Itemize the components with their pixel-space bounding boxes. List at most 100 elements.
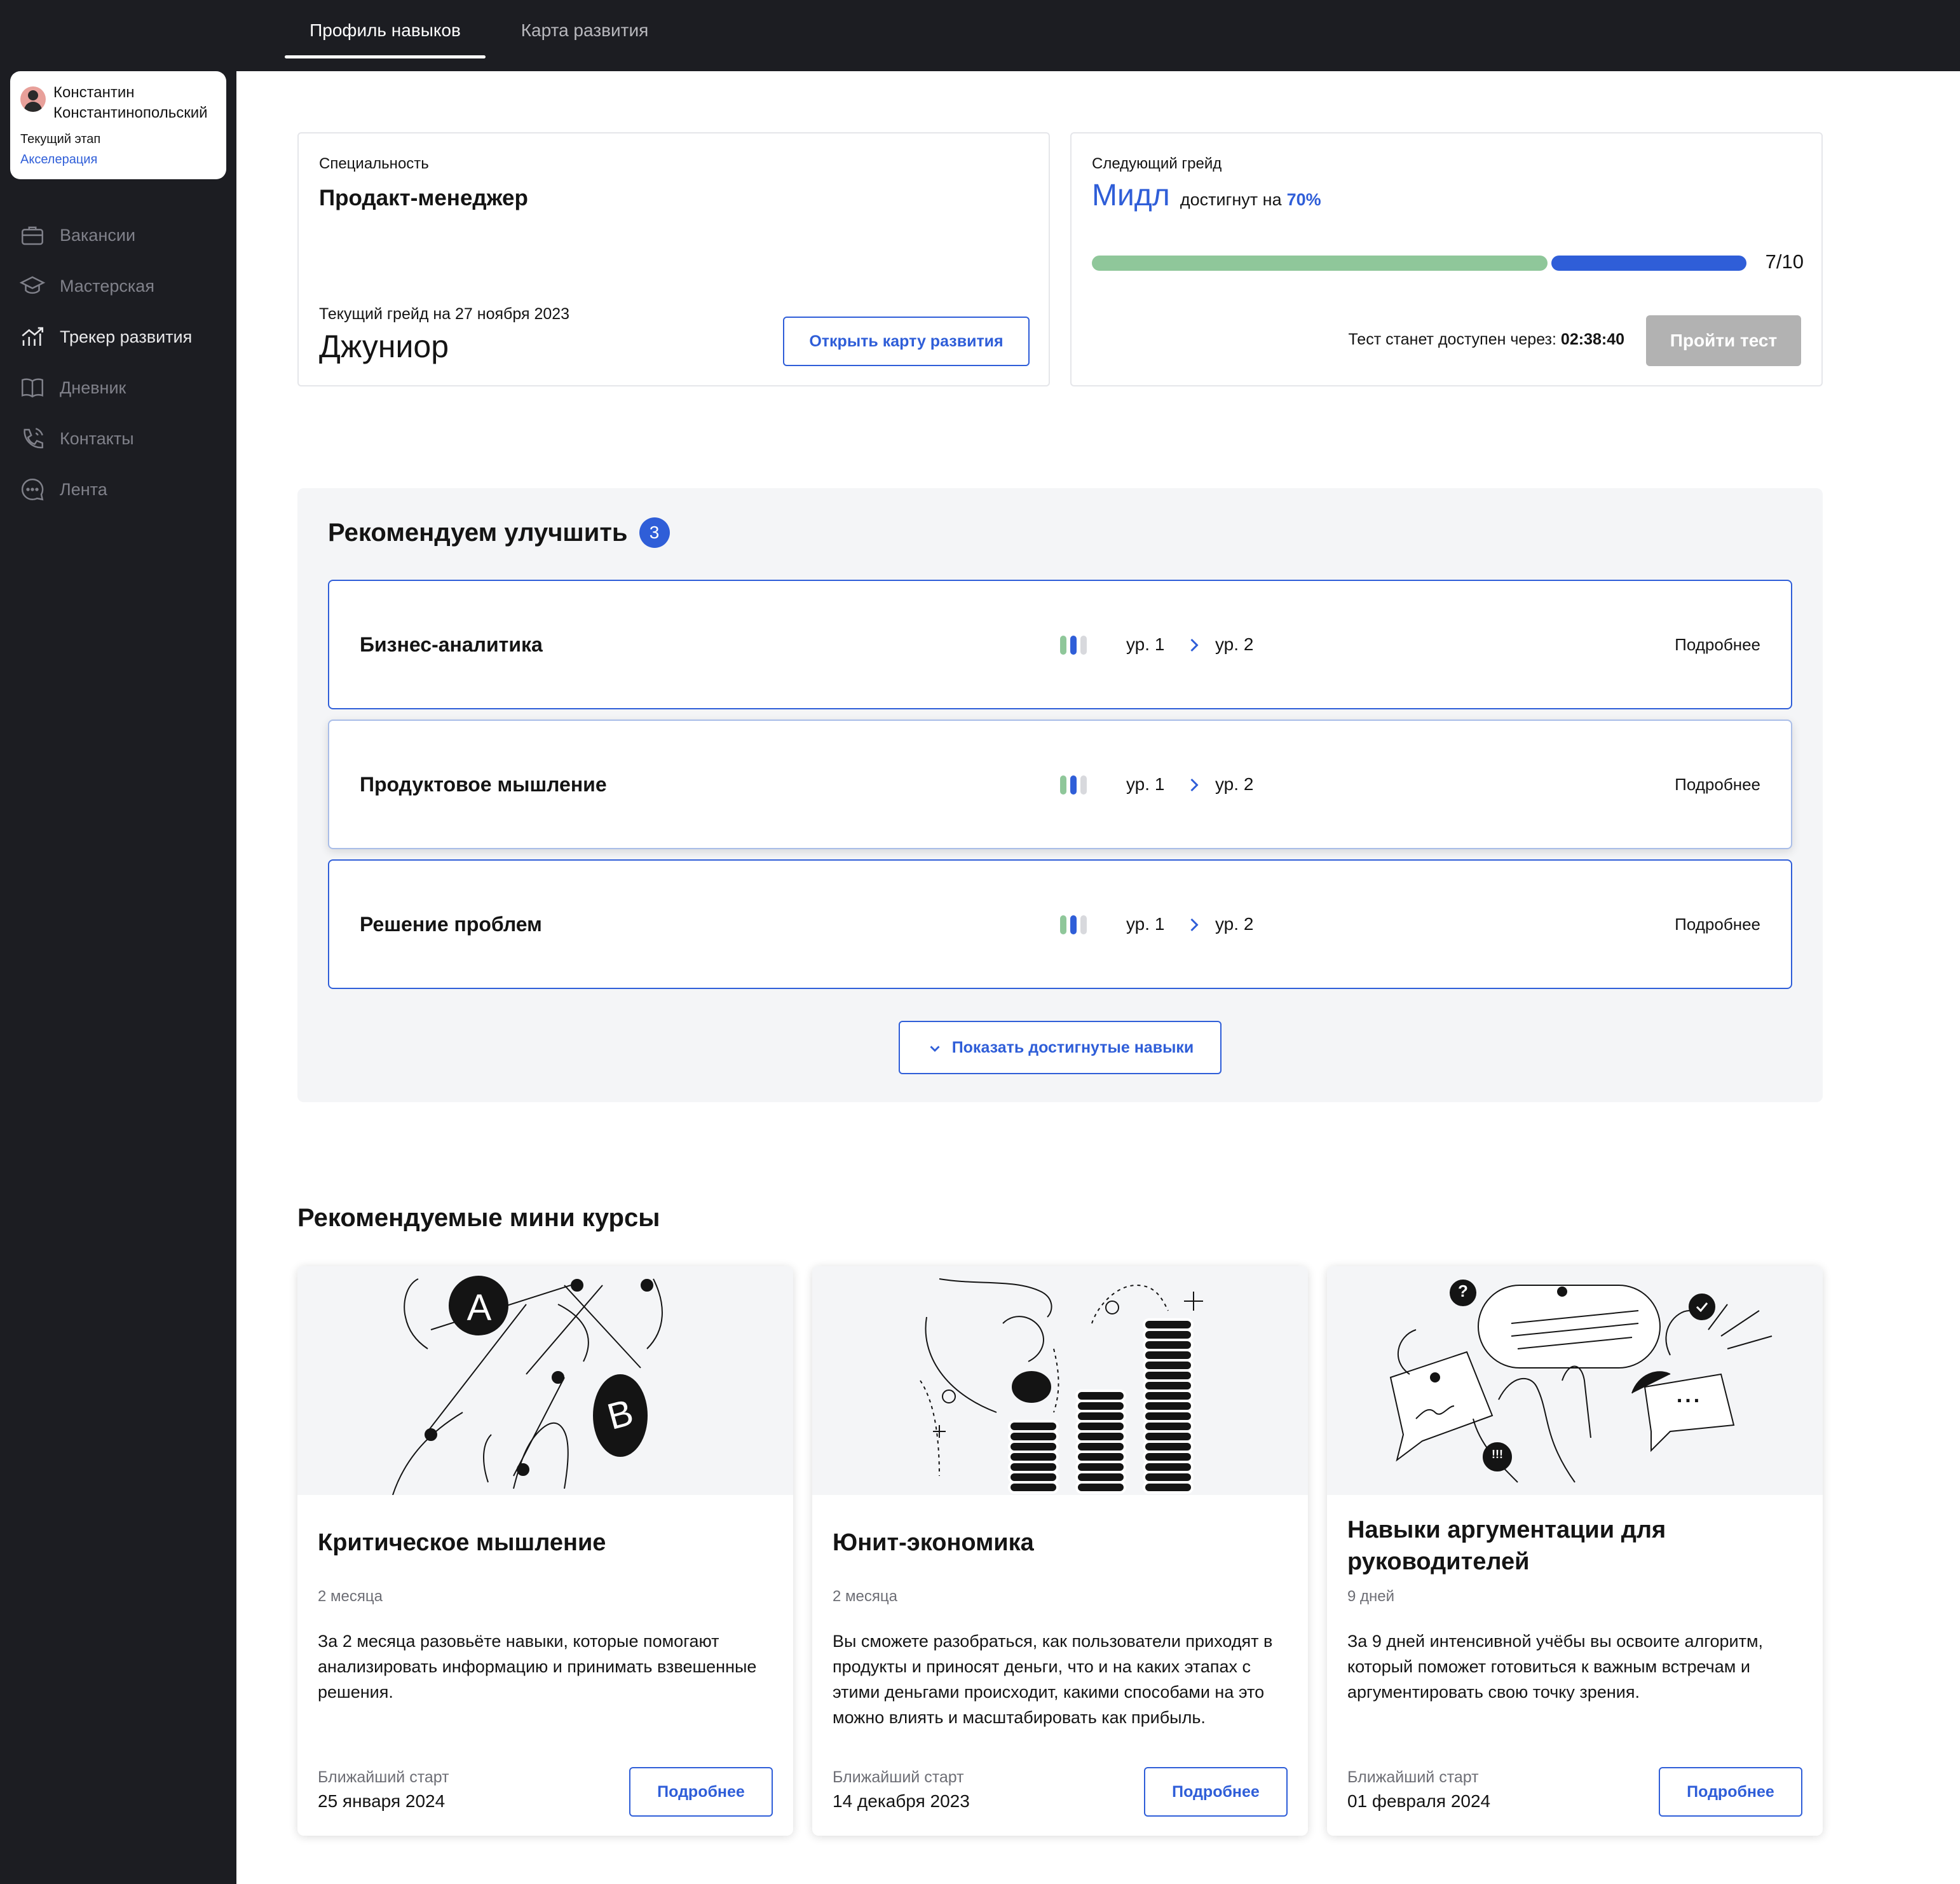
level-from: ур. 1 xyxy=(1126,914,1165,934)
recommend-section: Рекомендуем улучшить 3 Бизнес-аналитика … xyxy=(297,488,1823,1102)
reached-percent: 70% xyxy=(1286,190,1321,209)
skill-name: Решение проблем xyxy=(360,913,542,936)
level-indicator xyxy=(1060,775,1087,795)
sidebar-item-diary[interactable]: Дневник xyxy=(19,370,126,406)
course-title: Юнит-экономика xyxy=(833,1529,1034,1556)
details-link[interactable]: Подробнее xyxy=(1675,861,1760,988)
sidebar-item-feed[interactable]: Лента xyxy=(19,472,107,507)
tab-development-map[interactable]: Карта развития xyxy=(508,0,661,71)
level-indicator xyxy=(1060,636,1087,655)
user-card[interactable]: Константин Константинопольский Текущий э… xyxy=(10,71,226,179)
top-navigation: Профиль навыков Карта развития xyxy=(0,0,1960,71)
specialty-label: Специальность xyxy=(319,155,429,172)
phone-icon xyxy=(24,428,43,449)
current-grade-label: Текущий грейд на 27 ноября 2023 xyxy=(319,305,570,323)
progress-remaining-segment xyxy=(1551,256,1746,271)
level-to: ур. 2 xyxy=(1215,774,1254,794)
start-label: Ближайший старт xyxy=(833,1768,964,1786)
stage-value[interactable]: Акселерация xyxy=(20,153,97,167)
book-icon xyxy=(22,378,43,398)
open-development-map-button[interactable]: Открыть карту развития xyxy=(783,317,1030,366)
sidebar-item-workshop[interactable]: Мастерская xyxy=(19,268,154,304)
avatar xyxy=(20,86,46,112)
count-badge: 3 xyxy=(639,517,670,548)
course-details-button[interactable]: Подробнее xyxy=(1659,1767,1802,1817)
next-grade-value: Мидл xyxy=(1092,179,1170,212)
specialty-value: Продакт-менеджер xyxy=(319,186,528,210)
next-grade-card: Следующий грейд Мидл достигнут на 70% 7/… xyxy=(1070,132,1823,386)
sidebar-item-tracker[interactable]: Трекер развития xyxy=(19,319,192,355)
show-reached-skills-button[interactable]: Показать достигнутые навыки xyxy=(899,1021,1222,1074)
timer-value: 02:38:40 xyxy=(1560,331,1624,348)
show-reached-skills-label: Показать достигнутые навыки xyxy=(951,1039,1194,1056)
course-description: За 9 дней интенсивной учёбы вы освоите а… xyxy=(1347,1632,1764,1702)
start-label: Ближайший старт xyxy=(1347,1768,1479,1786)
graduation-cap-icon xyxy=(19,276,46,294)
briefcase-icon xyxy=(22,226,43,245)
start-date: 25 января 2024 xyxy=(318,1791,446,1811)
start-date: 01 февраля 2024 xyxy=(1347,1791,1491,1811)
course-card[interactable]: ? !!! ... Навыки аргументации для руково… xyxy=(1327,1266,1823,1836)
sidebar: Константин Константинопольский Текущий э… xyxy=(0,71,236,1884)
chevron-down-icon xyxy=(930,1046,940,1053)
start-date: 14 декабря 2023 xyxy=(833,1791,970,1811)
skill-row[interactable]: Продуктовое мышление ур. 1 ур. 2 Подробн… xyxy=(328,720,1792,849)
ellipsis: ... xyxy=(1676,1383,1703,1407)
question-mark: ? xyxy=(1458,1281,1468,1300)
course-duration: 9 дней xyxy=(1347,1588,1395,1605)
details-link[interactable]: Подробнее xyxy=(1675,581,1760,708)
course-title: Критическое мышление xyxy=(318,1529,606,1556)
course-description: За 2 месяца разовьёте навыки, которые по… xyxy=(318,1632,757,1702)
sidebar-item-vacancies[interactable]: Вакансии xyxy=(19,217,135,253)
level-to: ур. 2 xyxy=(1215,634,1254,654)
level-to: ур. 2 xyxy=(1215,914,1254,934)
user-name: Константин Константинопольский xyxy=(53,83,225,123)
course-duration: 2 месяца xyxy=(318,1588,383,1605)
course-description: Вы сможете разобраться, как пользователи… xyxy=(833,1632,1273,1727)
exclamation-marks: !!! xyxy=(1492,1448,1503,1461)
course-details-button[interactable]: Подробнее xyxy=(1144,1767,1288,1817)
course-details-button[interactable]: Подробнее xyxy=(629,1767,773,1817)
current-grade-value: Джуниор xyxy=(319,329,449,364)
sidebar-item-label: Трекер развития xyxy=(60,327,193,346)
skill-row[interactable]: Бизнес-аналитика ур. 1 ур. 2 Подробнее xyxy=(328,580,1792,709)
skill-name: Продуктовое мышление xyxy=(360,773,607,796)
sidebar-item-label: Дневник xyxy=(60,378,126,397)
recommend-header: Рекомендуем улучшить 3 xyxy=(328,517,670,548)
grade-progress-bar xyxy=(1092,256,1746,271)
argumentation-illustration: ? !!! ... xyxy=(1327,1266,1823,1495)
progress-done-segment xyxy=(1092,256,1548,271)
skill-row[interactable]: Решение проблем ур. 1 ур. 2 Подробнее xyxy=(328,859,1792,989)
timer-label: Тест станет доступен через: xyxy=(1348,331,1556,348)
tab-skills-profile[interactable]: Профиль навыков xyxy=(285,0,486,71)
section-title: Рекомендуем улучшить xyxy=(328,518,628,547)
courses-title: Рекомендуемые мини курсы xyxy=(297,1204,660,1232)
sidebar-item-contacts[interactable]: Контакты xyxy=(19,421,134,456)
chevron-right-icon xyxy=(1190,778,1199,792)
user-first-name: Константин xyxy=(53,84,135,101)
take-test-button[interactable]: Пройти тест xyxy=(1646,315,1801,366)
sidebar-item-label: Мастерская xyxy=(60,276,154,296)
start-label: Ближайший старт xyxy=(318,1768,449,1786)
specialty-card: Специальность Продакт-менеджер Текущий г… xyxy=(297,132,1050,386)
sidebar-item-label: Контакты xyxy=(60,428,134,448)
chevron-right-icon xyxy=(1190,918,1199,932)
skill-name: Бизнес-аналитика xyxy=(360,633,543,656)
level-indicator xyxy=(1060,915,1087,934)
level-from: ур. 1 xyxy=(1126,774,1165,794)
level-from: ур. 1 xyxy=(1126,634,1165,654)
course-card[interactable]: Юнит-экономика 2 месяца Вы сможете разоб… xyxy=(812,1266,1308,1836)
sidebar-item-label: Лента xyxy=(60,479,107,499)
user-last-name: Константинопольский xyxy=(53,104,208,121)
next-grade-label: Следующий грейд xyxy=(1092,155,1222,172)
details-link[interactable]: Подробнее xyxy=(1675,721,1760,848)
course-duration: 2 месяца xyxy=(833,1588,897,1605)
test-timer: Тест станет доступен через: 02:38:40 xyxy=(1348,331,1624,349)
chevron-right-icon xyxy=(1190,638,1199,652)
unit-economics-illustration xyxy=(812,1266,1308,1495)
letter-a: A xyxy=(466,1287,492,1328)
reached-text: достигнут на xyxy=(1180,190,1282,209)
sidebar-item-label: Вакансии xyxy=(60,225,136,245)
chart-icon xyxy=(22,327,44,346)
course-card[interactable]: A B Критическое мышление 2 месяца За 2 м… xyxy=(297,1266,793,1836)
